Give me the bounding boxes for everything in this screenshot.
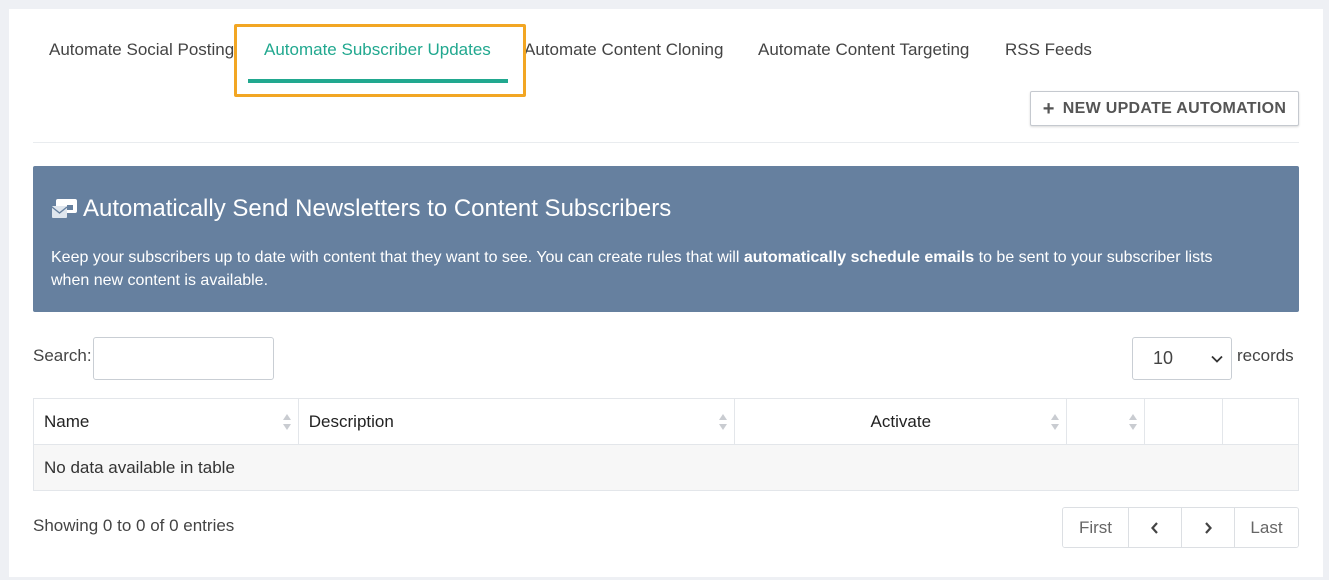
header-divider — [33, 142, 1299, 143]
tab-highlight-box — [234, 24, 526, 97]
newsletter-envelope-icon — [51, 199, 77, 218]
chevron-right-icon — [1205, 521, 1212, 534]
sort-icon — [719, 414, 728, 430]
automations-table: Name Description Activate No data availa… — [33, 398, 1299, 491]
pagination-first-button[interactable]: First — [1063, 508, 1129, 547]
sort-icon — [1129, 414, 1138, 430]
records-per-page-select[interactable]: 10 — [1132, 337, 1232, 380]
tab-automate-social-posting[interactable]: Automate Social Posting — [49, 39, 234, 61]
info-banner: Automatically Send Newsletters to Conten… — [33, 166, 1299, 312]
table-header-row: Name Description Activate — [33, 398, 1299, 445]
banner-heading: Automatically Send Newsletters to Conten… — [51, 194, 671, 224]
automation-panel: Automate Social Posting Automate Subscri… — [9, 9, 1323, 577]
new-update-automation-button[interactable]: + NEW UPDATE AUTOMATION — [1030, 91, 1299, 126]
column-description-label: Description — [308, 411, 394, 431]
plus-icon: + — [1042, 97, 1055, 120]
pagination-prev-button[interactable] — [1129, 508, 1182, 547]
column-name-label: Name — [44, 411, 90, 431]
chevron-down-icon — [1211, 355, 1223, 363]
pagination: First Last — [1062, 507, 1299, 548]
column-header-description[interactable]: Description — [297, 398, 736, 445]
column-header-unlabeled-3 — [1222, 398, 1299, 445]
tab-rss-feeds[interactable]: RSS Feeds — [1005, 39, 1092, 61]
tab-automate-content-targeting[interactable]: Automate Content Targeting — [758, 39, 969, 61]
search-input[interactable] — [93, 337, 274, 380]
chevron-left-icon — [1151, 521, 1158, 534]
empty-table-message: No data available in table — [33, 444, 1299, 491]
column-activate-label: Activate — [870, 411, 932, 431]
sort-icon — [282, 414, 291, 430]
column-header-unlabeled-2 — [1144, 398, 1224, 445]
banner-description: Keep your subscribers up to date with co… — [51, 246, 1251, 292]
column-header-unlabeled-1[interactable] — [1066, 398, 1146, 445]
column-header-name[interactable]: Name — [33, 398, 299, 445]
records-label: records — [1237, 346, 1294, 365]
pagination-next-button[interactable] — [1182, 508, 1235, 547]
banner-text-bold: automatically schedule emails — [743, 249, 975, 266]
sort-icon — [1051, 414, 1060, 430]
records-selected-value: 10 — [1153, 348, 1174, 368]
banner-text-before: Keep your subscribers up to date with co… — [51, 249, 744, 266]
pagination-last-button[interactable]: Last — [1235, 508, 1298, 547]
column-header-activate[interactable]: Activate — [734, 398, 1068, 445]
new-update-automation-label: NEW UPDATE AUTOMATION — [1062, 99, 1287, 117]
tab-automate-content-cloning[interactable]: Automate Content Cloning — [524, 39, 723, 61]
table-row: No data available in table — [33, 444, 1299, 491]
banner-title: Automatically Send Newsletters to Conten… — [83, 195, 672, 222]
entries-info: Showing 0 to 0 of 0 entries — [33, 516, 235, 535]
search-label: Search: — [33, 346, 92, 365]
